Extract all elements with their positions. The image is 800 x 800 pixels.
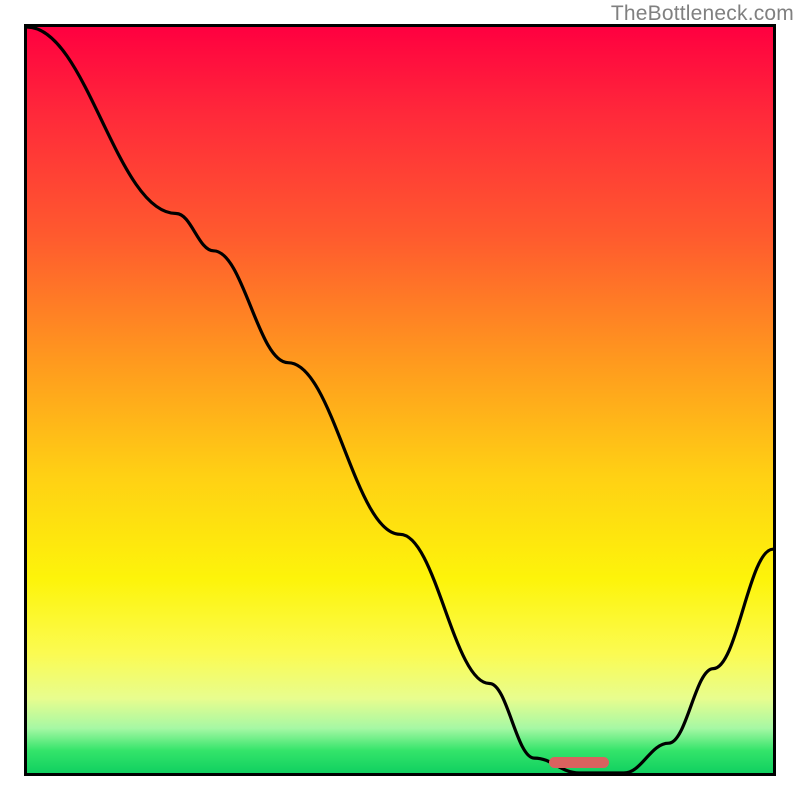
curve-svg	[27, 27, 773, 773]
chart-frame: TheBottleneck.com	[0, 0, 800, 800]
optimum-marker	[549, 757, 609, 768]
watermark-text: TheBottleneck.com	[611, 2, 794, 26]
curve-path	[27, 27, 773, 773]
plot-area	[24, 24, 776, 776]
